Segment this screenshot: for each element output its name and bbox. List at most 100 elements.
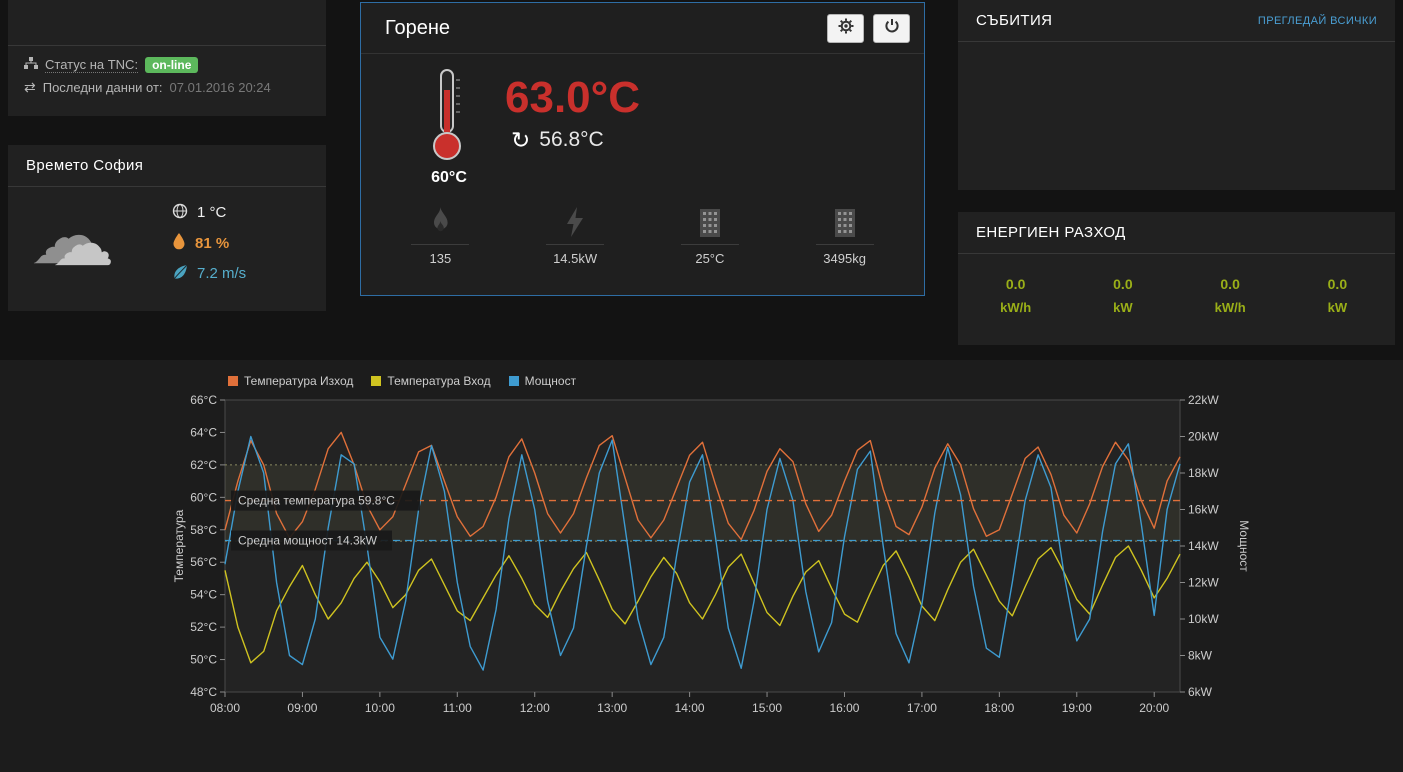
events-panel-title: СЪБИТИЯ <box>976 12 1052 29</box>
current-temp-value: 63.0°C <box>505 76 640 120</box>
weather-temperature-value: 1 °C <box>197 204 226 221</box>
stat-fuel-value: 3495kg <box>777 251 912 266</box>
stat-room-temp: 25°C <box>643 205 778 266</box>
energy-panel-header: ЕНЕРГИЕН РАЗХОД <box>958 212 1395 254</box>
legend-swatch <box>228 376 238 386</box>
energy-value: 0.0 <box>1284 276 1391 292</box>
avg-temp-label: Средна температура 59.8°C <box>238 494 395 508</box>
globe-icon <box>172 203 188 223</box>
weather-panel-body: ☁ ☁ 1 °C 81 % <box>8 187 326 299</box>
flame-icon <box>373 205 508 237</box>
energy-unit: kW <box>1069 300 1176 315</box>
tnc-status-row: Статус на TNC: on-line <box>8 54 326 76</box>
avg-power-label: Средна мощност 14.3kW <box>238 534 378 548</box>
left-axis-title: Температура <box>172 509 186 582</box>
last-data-row: ⇄ Последни данни от: 07.01.2016 20:24 <box>8 76 326 99</box>
burning-panel-title: Горене <box>385 17 450 40</box>
weather-temperature-row: 1 °C <box>172 198 318 228</box>
thermometer-icon <box>429 149 469 166</box>
building-fuel-icon <box>777 205 912 237</box>
return-temp-row: ↻ 56.8°C <box>505 128 640 152</box>
energy-value: 0.0 <box>962 276 1069 292</box>
right-axis-tick-label: 18kW <box>1188 466 1219 480</box>
left-axis-tick-label: 50°C <box>190 653 217 667</box>
burning-panel: Горене <box>360 2 925 296</box>
x-axis-tick-label: 11:00 <box>443 701 472 715</box>
legend-item[interactable]: Температура Изход <box>228 374 353 388</box>
temperature-power-chart: 48°C50°C52°C54°C56°C58°C60°C62°C64°C66°C… <box>0 360 1403 772</box>
burning-main: 60°C 63.0°C ↻ 56.8°C <box>361 54 924 187</box>
leaf-icon <box>172 264 188 284</box>
tnc-status-label: Статус на TNC: <box>45 57 138 73</box>
right-axis-tick-label: 8kW <box>1188 649 1213 663</box>
status-panel-body: Статус на TNC: on-line ⇄ Последни данни … <box>8 46 326 103</box>
energy-value: 0.0 <box>1069 276 1176 292</box>
stat-divider <box>681 244 739 245</box>
x-axis-tick-label: 18:00 <box>984 701 1014 715</box>
cloud-icon: ☁ ☁ <box>24 197 154 289</box>
chart-legend: Температура Изход Температура Вход Мощност <box>228 374 576 388</box>
weather-panel-header: Времето София <box>8 145 326 187</box>
status-panel-header <box>8 0 326 46</box>
status-panel: Статус на TNC: on-line ⇄ Последни данни … <box>8 0 326 116</box>
weather-panel: Времето София ☁ ☁ 1 °C <box>8 145 326 311</box>
x-axis-tick-label: 13:00 <box>597 701 627 715</box>
weather-panel-title: Времето София <box>26 157 143 174</box>
x-axis-tick-label: 10:00 <box>365 701 395 715</box>
weather-humidity-row: 81 % <box>172 228 318 259</box>
right-axis-title: Мощност <box>1237 520 1251 572</box>
legend-item[interactable]: Мощност <box>509 374 576 388</box>
view-all-events-link[interactable]: ПРЕГЛЕДАЙ ВСИЧКИ <box>1258 15 1377 27</box>
energy-unit: kW <box>1284 300 1391 315</box>
legend-label: Температура Вход <box>387 374 490 388</box>
network-icon <box>24 57 38 73</box>
left-axis-tick-label: 60°C <box>190 490 217 504</box>
left-axis-tick-label: 56°C <box>190 555 217 569</box>
energy-value-1: 0.0 kW/h <box>962 276 1069 315</box>
right-axis-tick-label: 14kW <box>1188 539 1219 553</box>
power-button[interactable] <box>873 14 910 43</box>
gear-icon <box>838 18 854 39</box>
cloud-front-glyph: ☁ <box>52 207 114 280</box>
weather-readings: 1 °C 81 % 7.2 m/s <box>154 198 318 289</box>
thermometer-block: 60°C <box>409 68 489 187</box>
events-panel-header: СЪБИТИЯ ПРЕГЛЕДАЙ ВСИЧКИ <box>958 0 1395 42</box>
x-axis-tick-label: 20:00 <box>1139 701 1169 715</box>
x-axis-tick-label: 12:00 <box>520 701 550 715</box>
right-axis-tick-label: 10kW <box>1188 612 1219 626</box>
energy-value-4: 0.0 kW <box>1284 276 1391 315</box>
bolt-icon <box>508 205 643 237</box>
x-axis-tick-label: 16:00 <box>829 701 859 715</box>
heating-dashboard: { "colors": { "accent_border": "#2e6da4"… <box>0 0 1403 772</box>
energy-value-3: 0.0 kW/h <box>1177 276 1284 315</box>
energy-unit: kW/h <box>962 300 1069 315</box>
x-axis-tick-label: 09:00 <box>287 701 317 715</box>
left-axis-tick-label: 48°C <box>190 685 217 699</box>
energy-panel: ЕНЕРГИЕН РАЗХОД 0.0 kW/h 0.0 kW 0.0 kW/h… <box>958 212 1395 345</box>
stat-divider <box>816 244 874 245</box>
x-axis-tick-label: 14:00 <box>675 701 705 715</box>
stat-flame-value: 135 <box>373 251 508 266</box>
legend-item[interactable]: Температура Вход <box>371 374 490 388</box>
left-axis-tick-label: 58°C <box>190 523 217 537</box>
energy-panel-body: 0.0 kW/h 0.0 kW 0.0 kW/h 0.0 kW <box>958 254 1395 315</box>
right-axis-tick-label: 6kW <box>1188 685 1213 699</box>
building-temp-icon <box>643 205 778 237</box>
sync-icon: ⇄ <box>24 79 36 96</box>
settings-button[interactable] <box>827 14 864 43</box>
burning-header-buttons <box>818 14 910 43</box>
left-axis-tick-label: 64°C <box>190 425 217 439</box>
right-axis-tick-label: 12kW <box>1188 576 1219 590</box>
right-axis-tick-label: 16kW <box>1188 503 1219 517</box>
stat-flame: 135 <box>373 205 508 266</box>
stat-power: 14.5kW <box>508 205 643 266</box>
chart-panel: Температура Изход Температура Вход Мощност… <box>0 360 1403 772</box>
left-axis-tick-label: 54°C <box>190 588 217 602</box>
events-panel: СЪБИТИЯ ПРЕГЛЕДАЙ ВСИЧКИ <box>958 0 1395 190</box>
weather-wind-row: 7.2 m/s <box>172 259 318 289</box>
weather-wind-value: 7.2 m/s <box>197 265 246 282</box>
last-data-value: 07.01.2016 20:24 <box>170 80 271 95</box>
x-axis-tick-label: 19:00 <box>1062 701 1092 715</box>
right-axis-tick-label: 20kW <box>1188 430 1219 444</box>
energy-unit: kW/h <box>1177 300 1284 315</box>
